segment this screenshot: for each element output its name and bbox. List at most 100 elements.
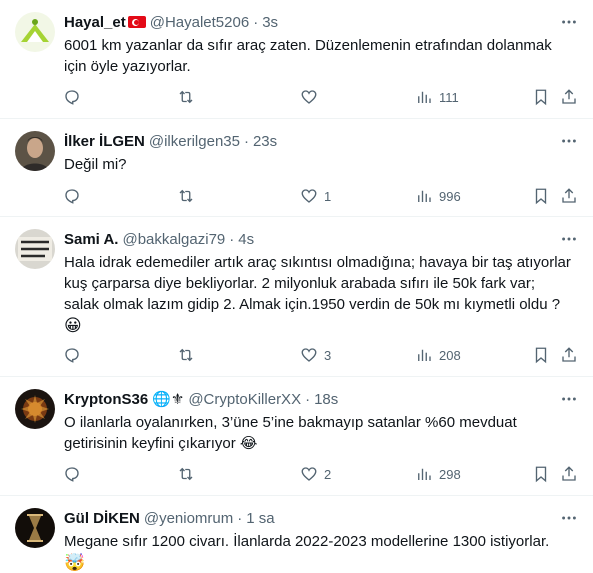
- timestamp[interactable]: 18s: [314, 391, 338, 408]
- retweet-button[interactable]: [177, 86, 195, 108]
- retweet-button[interactable]: [177, 344, 195, 366]
- tweet-line: kuş çarparsa diye bekliyorlar. 2 milyonl…: [64, 275, 536, 292]
- avatar[interactable]: [15, 131, 55, 171]
- grinning-emoji: 😀: [64, 316, 82, 335]
- tweet-line: Hala idrak edemediler artık araç sıkıntı…: [64, 254, 571, 271]
- timestamp[interactable]: 1 sa: [246, 510, 274, 527]
- timestamp[interactable]: 4s: [238, 231, 254, 248]
- tweet-line: Değil mi?: [64, 156, 127, 173]
- views-button[interactable]: 298: [415, 463, 461, 485]
- tweet-ilker-ilgen[interactable]: İlker İLGEN @ilkerilgen35 · 23s Değil mi…: [0, 119, 593, 217]
- separator-dot: ·: [305, 390, 311, 408]
- share-button[interactable]: [560, 344, 578, 366]
- tweet-text: Hala idrak edemediler artık araç sıkıntı…: [64, 252, 579, 337]
- tweet-line: için öyle yazıyorlar.: [64, 58, 191, 75]
- likes-count: 3: [324, 347, 332, 363]
- action-bar: 111: [60, 86, 579, 108]
- views-button[interactable]: 111: [415, 86, 459, 108]
- reply-button[interactable]: [63, 86, 81, 108]
- separator-dot: ·: [229, 230, 235, 248]
- display-name[interactable]: İlker İLGEN: [64, 133, 145, 150]
- tweet-header: Sami A. @bakkalgazi79 · 4s: [64, 229, 553, 249]
- tweet-sami-a[interactable]: Sami A. @bakkalgazi79 · 4s Hala idrak ed…: [0, 217, 593, 377]
- action-bar: 1 996: [60, 185, 579, 207]
- profile-badges: 🌐⚜: [152, 391, 185, 408]
- bookmark-button[interactable]: [532, 185, 550, 207]
- more-icon[interactable]: [559, 131, 579, 151]
- tweet-header: İlker İLGEN @ilkerilgen35 · 23s: [64, 131, 553, 151]
- separator-dot: ·: [253, 13, 259, 31]
- tweet-header: Gül DİKEN @yeniomrum · 1 sa: [64, 508, 553, 528]
- views-icon: [418, 91, 431, 103]
- tweet-hayal-et[interactable]: Hayal_et @Hayalet5206 · 3s 6001 km yazan…: [0, 0, 593, 119]
- tweet-text: 6001 km yazanlar da sıfır araç zaten. Dü…: [64, 35, 579, 77]
- tweet-line: getirisinin keyfini çıkarıyor 😂: [64, 435, 258, 452]
- views-button[interactable]: 996: [415, 185, 461, 207]
- share-icon: [562, 466, 576, 481]
- user-handle[interactable]: @ilkerilgen35: [149, 133, 240, 150]
- tweet-text: Değil mi?: [64, 154, 579, 175]
- avatar[interactable]: [15, 389, 55, 429]
- like-button[interactable]: 3: [300, 344, 331, 366]
- avatar[interactable]: [15, 12, 55, 52]
- more-icon[interactable]: [559, 229, 579, 249]
- display-name[interactable]: KryptonS36: [64, 391, 148, 408]
- separator-dot: ·: [243, 132, 249, 150]
- like-icon: [301, 348, 317, 362]
- action-bar: 3 208: [60, 344, 579, 366]
- user-handle[interactable]: @bakkalgazi79: [122, 231, 225, 248]
- reply-button[interactable]: [63, 463, 81, 485]
- retweet-button[interactable]: [177, 463, 195, 485]
- retweet-icon: [179, 189, 193, 203]
- views-button[interactable]: 208: [415, 344, 461, 366]
- views-count: 298: [439, 466, 461, 482]
- retweet-button[interactable]: [177, 185, 195, 207]
- more-icon[interactable]: [559, 508, 579, 528]
- bookmark-icon: [535, 466, 547, 483]
- reply-icon: [65, 348, 79, 363]
- likes-count: 2: [324, 466, 332, 482]
- reply-icon: [65, 90, 79, 105]
- bookmark-button[interactable]: [532, 463, 550, 485]
- bookmark-icon: [535, 89, 547, 106]
- like-button[interactable]: 2: [300, 463, 331, 485]
- reply-button[interactable]: [63, 185, 81, 207]
- turkey-flag-icon: [127, 16, 146, 28]
- display-name[interactable]: Gül DİKEN: [64, 510, 140, 527]
- bookmark-icon: [535, 347, 547, 364]
- timestamp[interactable]: 23s: [253, 133, 277, 150]
- share-button[interactable]: [560, 185, 578, 207]
- share-button[interactable]: [560, 86, 578, 108]
- like-button[interactable]: 1: [300, 185, 331, 207]
- tweet-line: salak olmak lazım gidip 2. Almak için.19…: [64, 296, 561, 313]
- bookmark-button[interactable]: [532, 344, 550, 366]
- reply-button[interactable]: [63, 344, 81, 366]
- tweet-kryptons36[interactable]: KryptonS36 🌐⚜ @CryptoKillerXX · 18s O il…: [0, 377, 593, 496]
- like-icon: [301, 189, 317, 203]
- tweet-gul-diken[interactable]: Gül DİKEN @yeniomrum · 1 sa Megane sıfır…: [0, 496, 593, 573]
- reply-icon: [65, 189, 79, 204]
- bookmark-icon: [535, 188, 547, 205]
- like-button[interactable]: [300, 86, 318, 108]
- user-handle[interactable]: @yeniomrum: [144, 510, 233, 527]
- avatar[interactable]: [15, 229, 55, 269]
- views-icon: [418, 349, 431, 361]
- timestamp[interactable]: 3s: [262, 14, 278, 31]
- avatar[interactable]: [15, 508, 55, 548]
- views-icon: [418, 190, 431, 202]
- like-icon: [301, 467, 317, 481]
- more-icon[interactable]: [559, 389, 579, 409]
- user-handle[interactable]: @CryptoKillerXX: [188, 391, 301, 408]
- retweet-icon: [179, 348, 193, 362]
- display-name[interactable]: Hayal_et: [64, 14, 126, 31]
- reply-icon: [65, 467, 79, 482]
- user-handle[interactable]: @Hayalet5206: [150, 14, 249, 31]
- tweet-line: O ilanlarla oyalanırken, 3’üne 5’ine bak…: [64, 414, 517, 431]
- retweet-icon: [179, 90, 193, 104]
- display-name[interactable]: Sami A.: [64, 231, 118, 248]
- bookmark-button[interactable]: [532, 86, 550, 108]
- more-icon[interactable]: [559, 12, 579, 32]
- tweet-header: Hayal_et @Hayalet5206 · 3s: [64, 12, 553, 32]
- share-button[interactable]: [560, 463, 578, 485]
- views-count: 208: [439, 347, 461, 363]
